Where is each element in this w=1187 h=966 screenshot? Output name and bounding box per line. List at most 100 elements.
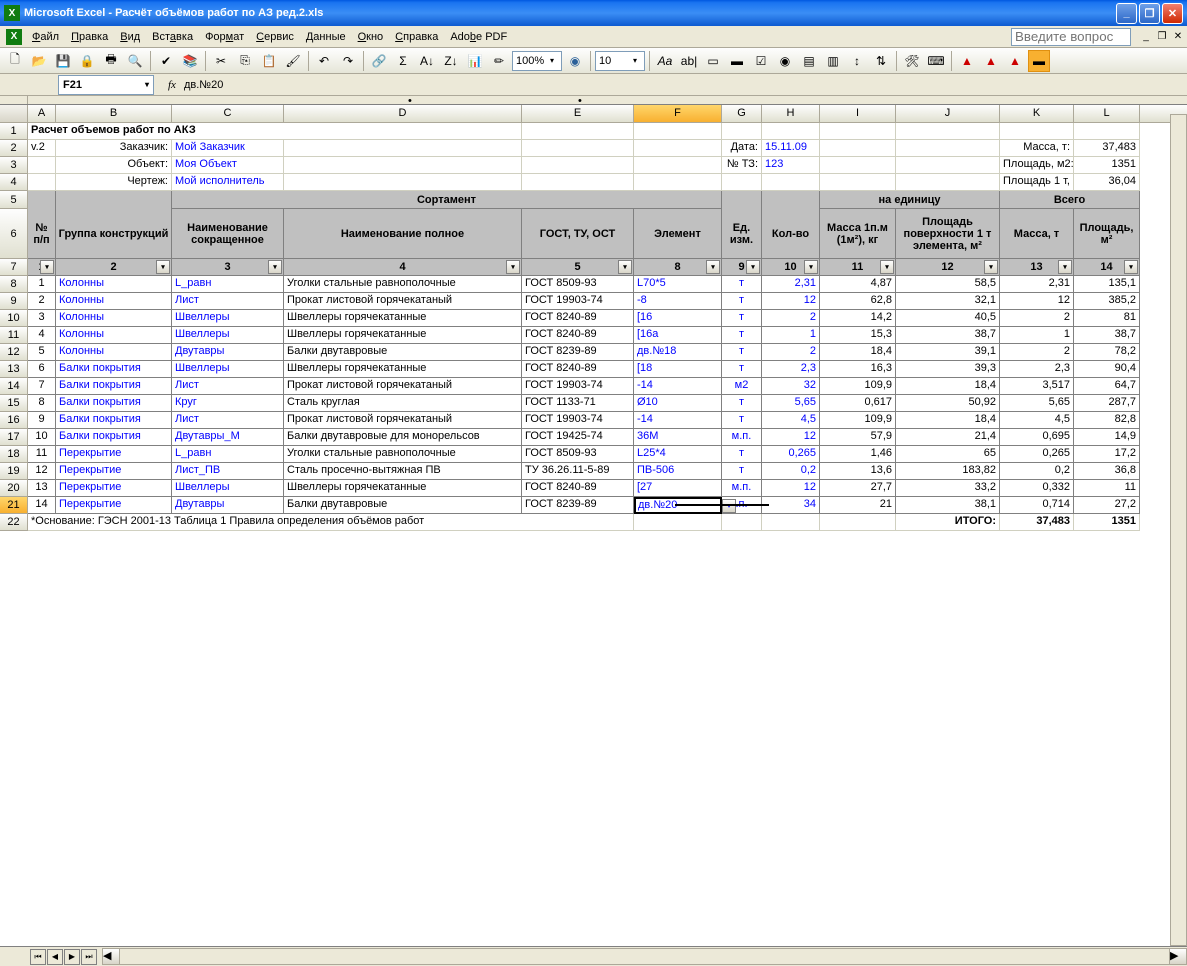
help-question-input[interactable] xyxy=(1011,28,1131,46)
title-cell[interactable]: Расчет объемов работ по АКЗ xyxy=(28,123,522,140)
formula-value[interactable]: дв.№20 xyxy=(182,77,1187,93)
row-header-4[interactable]: 4 xyxy=(0,174,28,191)
autosum-button[interactable]: Σ xyxy=(392,50,414,72)
table-header-3[interactable]: Наименование сокращенное xyxy=(172,209,284,259)
column-header-K[interactable]: K xyxy=(1000,105,1074,122)
filter-button-col8[interactable]: ▾ xyxy=(804,260,818,274)
row-header-2[interactable]: 2 xyxy=(0,140,28,157)
column-header-A[interactable]: A xyxy=(28,105,56,122)
row-header-10[interactable]: 10 xyxy=(0,310,28,327)
permission-button[interactable]: 🔒 xyxy=(76,50,98,72)
spinner-button[interactable]: ⇅ xyxy=(870,50,892,72)
label-button[interactable]: Aa xyxy=(654,50,676,72)
table-header-12[interactable]: Площадь, м² xyxy=(1074,209,1140,259)
filter-button-col5[interactable]: ▾ xyxy=(618,260,632,274)
filter-button-col12[interactable]: ▾ xyxy=(1124,260,1138,274)
tab-last-button[interactable]: ⏭ xyxy=(81,949,97,965)
print-button[interactable]: 🖶 xyxy=(100,50,122,72)
minimize-button[interactable]: _ xyxy=(1116,3,1137,24)
tab-first-button[interactable]: ⏮ xyxy=(30,949,46,965)
filter-button-col3[interactable]: ▾ xyxy=(268,260,282,274)
menu-insert[interactable]: Вставка xyxy=(146,29,199,45)
filter-button-col11[interactable]: ▾ xyxy=(1058,260,1072,274)
element-dropdown-list[interactable] xyxy=(675,504,769,506)
hyperlink-button[interactable]: 🔗 xyxy=(368,50,390,72)
doc-close-button[interactable]: ✕ xyxy=(1171,30,1185,44)
row-header-3[interactable]: 3 xyxy=(0,157,28,174)
row-header-11[interactable]: 11 xyxy=(0,327,28,344)
menu-file[interactable]: Файл xyxy=(26,29,65,45)
filter-button-col9[interactable]: ▾ xyxy=(880,260,894,274)
research-button[interactable]: 📚 xyxy=(179,50,201,72)
table-header-6[interactable]: Элемент xyxy=(634,209,722,259)
checkbox-button[interactable]: ☑ xyxy=(750,50,772,72)
row-header-7[interactable]: 7 xyxy=(0,259,28,276)
scrollbar-button[interactable]: ↕ xyxy=(846,50,868,72)
table-header-7[interactable]: Ед. изм. xyxy=(722,209,762,259)
menu-data[interactable]: Данные xyxy=(300,29,352,45)
row-header-13[interactable]: 13 xyxy=(0,361,28,378)
spelling-button[interactable]: ✔ xyxy=(155,50,177,72)
column-header-C[interactable]: C xyxy=(172,105,284,122)
menu-help[interactable]: Справка xyxy=(389,29,444,45)
pdf2-button[interactable]: ▲ xyxy=(980,50,1002,72)
menu-format[interactable]: Формат xyxy=(199,29,250,45)
redo-button[interactable]: ↷ xyxy=(337,50,359,72)
row-header-17[interactable]: 17 xyxy=(0,429,28,446)
row-header-19[interactable]: 19 xyxy=(0,463,28,480)
column-header-J[interactable]: J xyxy=(896,105,1000,122)
row-header-22[interactable]: 22 xyxy=(0,514,28,531)
column-header-F[interactable]: F xyxy=(634,105,722,122)
doc-restore-button[interactable]: ❐ xyxy=(1155,30,1169,44)
horizontal-scrollbar[interactable]: ◀▶ xyxy=(102,948,1187,965)
groupbox-button[interactable]: ▭ xyxy=(702,50,724,72)
sort-asc-button[interactable]: A↓ xyxy=(416,50,438,72)
table-header-1[interactable]: № п/п xyxy=(28,209,56,259)
column-header-E[interactable]: E xyxy=(522,105,634,122)
row-header-6[interactable]: 6 xyxy=(0,209,28,259)
filter-button-col7[interactable]: ▾ xyxy=(746,260,760,274)
zoom-combo[interactable]: ▾ xyxy=(512,51,562,71)
open-button[interactable]: 📂 xyxy=(28,50,50,72)
name-box[interactable]: F21▾ xyxy=(58,75,154,95)
save-button[interactable]: 💾 xyxy=(52,50,74,72)
tab-prev-button[interactable]: ◀ xyxy=(47,949,63,965)
chart-button[interactable]: 📊 xyxy=(464,50,486,72)
doc-minimize-button[interactable]: _ xyxy=(1139,30,1153,44)
table-header-10[interactable]: Площадь поверхности 1 т элемента, м² xyxy=(896,209,1000,259)
new-button[interactable]: 🗋 xyxy=(4,50,26,72)
undo-button[interactable]: ↶ xyxy=(313,50,335,72)
listbox-button[interactable]: ▤ xyxy=(798,50,820,72)
button-button[interactable]: ▬ xyxy=(726,50,748,72)
filter-button-col1[interactable]: ▾ xyxy=(40,260,54,274)
format-painter-button[interactable]: 🖌 xyxy=(282,50,304,72)
row-header-20[interactable]: 20 xyxy=(0,480,28,497)
column-header-G[interactable]: G xyxy=(722,105,762,122)
sort-desc-button[interactable]: Z↓ xyxy=(440,50,462,72)
menu-edit[interactable]: Правка xyxy=(65,29,114,45)
row-header-14[interactable]: 14 xyxy=(0,378,28,395)
row-header-5[interactable]: 5 xyxy=(0,191,28,209)
row-header-12[interactable]: 12 xyxy=(0,344,28,361)
pdf-button[interactable]: ▲ xyxy=(956,50,978,72)
close-button[interactable]: ✕ xyxy=(1162,3,1183,24)
preview-button[interactable]: 🔍 xyxy=(124,50,146,72)
table-header-11[interactable]: Масса, т xyxy=(1000,209,1074,259)
row-header-16[interactable]: 16 xyxy=(0,412,28,429)
filter-button-col2[interactable]: ▾ xyxy=(156,260,170,274)
row-header-1[interactable]: 1 xyxy=(0,123,28,140)
maximize-button[interactable]: ❐ xyxy=(1139,3,1160,24)
filter-button-col4[interactable]: ▾ xyxy=(506,260,520,274)
cut-button[interactable]: ✂ xyxy=(210,50,232,72)
drawing-button[interactable]: ✏ xyxy=(488,50,510,72)
copy-button[interactable]: ⎘ xyxy=(234,50,256,72)
table-header-4[interactable]: Наименование полное xyxy=(284,209,522,259)
properties-button[interactable]: 🛠 xyxy=(901,50,923,72)
filter-button-col10[interactable]: ▾ xyxy=(984,260,998,274)
table-header-8[interactable]: Кол-во xyxy=(762,209,820,259)
table-header-5[interactable]: ГОСТ, ТУ, ОСТ xyxy=(522,209,634,259)
code-button[interactable]: ⌨ xyxy=(925,50,947,72)
row-header-9[interactable]: 9 xyxy=(0,293,28,310)
column-header-B[interactable]: B xyxy=(56,105,172,122)
row-header-18[interactable]: 18 xyxy=(0,446,28,463)
